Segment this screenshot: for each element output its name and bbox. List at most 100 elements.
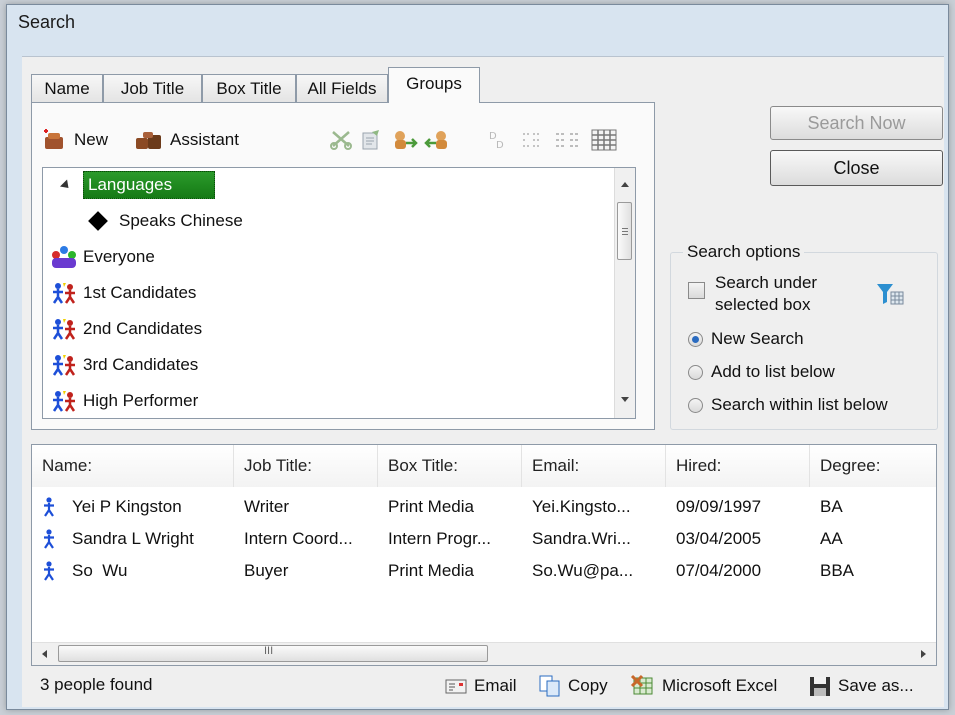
tree-item-languages[interactable]: Languages bbox=[59, 170, 216, 200]
cell-email: Yei.Kingsto... bbox=[532, 497, 631, 516]
filter-icon[interactable] bbox=[875, 282, 905, 306]
column-header-degree[interactable]: Degree: bbox=[810, 445, 936, 487]
cell-degree: BBA bbox=[820, 561, 855, 580]
sort-icon[interactable]: D D bbox=[486, 129, 508, 151]
search-under-checkbox[interactable] bbox=[688, 282, 705, 299]
diamond-icon bbox=[88, 211, 108, 231]
people-icon bbox=[52, 283, 76, 304]
properties-icon[interactable] bbox=[360, 129, 382, 151]
cell-box-title: Print Media bbox=[388, 497, 474, 516]
search-now-button[interactable]: Search Now bbox=[770, 106, 943, 140]
save-as-button[interactable]: Save as... bbox=[808, 672, 914, 700]
radio-label: Search within list below bbox=[711, 395, 888, 414]
person-icon bbox=[44, 497, 54, 517]
results-scrollbar[interactable]: III bbox=[32, 642, 936, 665]
cell-degree: AA bbox=[820, 529, 843, 548]
radio-add-to-list[interactable]: Add to list below bbox=[688, 362, 835, 382]
tab-groups[interactable]: Groups bbox=[388, 67, 480, 103]
cell-name: So Wu bbox=[72, 561, 128, 580]
excel-label: Microsoft Excel bbox=[662, 676, 778, 695]
save-icon bbox=[810, 677, 830, 696]
tree-scroll-thumb[interactable] bbox=[617, 202, 632, 260]
new-label: New bbox=[74, 130, 109, 149]
expander-icon[interactable] bbox=[59, 178, 73, 192]
email-button[interactable]: Email bbox=[444, 672, 517, 700]
tree-item-2nd-candidates[interactable]: 2nd Candidates bbox=[49, 314, 202, 344]
scroll-down-icon[interactable] bbox=[621, 397, 629, 402]
tree-item-label: Everyone bbox=[83, 247, 155, 266]
copy-button[interactable]: Copy bbox=[538, 672, 608, 700]
scroll-left-icon[interactable] bbox=[42, 650, 47, 658]
tree-item-label: High Performer bbox=[83, 391, 199, 410]
cell-job-title: Intern Coord... bbox=[244, 529, 353, 548]
cell-box-title: Print Media bbox=[388, 561, 474, 580]
cell-hired: 03/04/2005 bbox=[676, 529, 762, 548]
column-header-job-title[interactable]: Job Title: bbox=[234, 445, 378, 487]
new-button[interactable]: New bbox=[42, 123, 108, 157]
cell-name: Yei P Kingston bbox=[72, 497, 182, 516]
move-left-icon[interactable] bbox=[424, 129, 450, 151]
cell-box-title: Intern Progr... bbox=[388, 529, 491, 548]
radio-new-search[interactable]: New Search bbox=[688, 329, 804, 349]
copy-label: Copy bbox=[568, 676, 608, 695]
column-header-name[interactable]: Name: bbox=[32, 445, 234, 487]
people-icon bbox=[52, 319, 76, 340]
tab-box-title[interactable]: Box Title bbox=[202, 74, 296, 102]
scroll-right-icon[interactable] bbox=[921, 650, 926, 658]
radio-label: New Search bbox=[711, 329, 804, 348]
email-label: Email bbox=[474, 676, 517, 695]
window-title: Search bbox=[18, 12, 76, 32]
cell-email: So.Wu@pa... bbox=[532, 561, 634, 580]
radio-label: Add to list below bbox=[711, 362, 835, 381]
radio-search-within[interactable]: Search within list below bbox=[688, 395, 888, 415]
cell-hired: 07/04/2000 bbox=[676, 561, 762, 580]
cell-hired: 09/09/1997 bbox=[676, 497, 762, 516]
tree-item-3rd-candidates[interactable]: 3rd Candidates bbox=[49, 350, 198, 380]
scroll-up-icon[interactable] bbox=[621, 182, 629, 187]
results-list[interactable]: Name: Job Title: Box Title: Email: Hired… bbox=[31, 444, 937, 666]
tree-scrollbar[interactable] bbox=[614, 168, 635, 418]
tree-item-everyone[interactable]: Everyone bbox=[49, 242, 155, 272]
tree-item-label: 1st Candidates bbox=[83, 283, 197, 302]
groups-tree[interactable]: Languages Speaks Chinese Everyone 1st Ca… bbox=[42, 167, 636, 419]
tree-item-speaks-chinese[interactable]: Speaks Chinese bbox=[88, 206, 243, 236]
table-row[interactable]: So Wu Buyer Print Media So.Wu@pa... 07/0… bbox=[32, 555, 936, 587]
excel-icon bbox=[630, 674, 653, 695]
column-header-box-title[interactable]: Box Title: bbox=[378, 445, 522, 487]
radio-add-to-list-button[interactable] bbox=[688, 364, 703, 380]
groups-toolbar: New Assistant D D bbox=[42, 123, 642, 157]
table-row[interactable]: Sandra L Wright Intern Coord... Intern P… bbox=[32, 523, 936, 555]
cell-degree: BA bbox=[820, 497, 843, 516]
search-under-label: Search under selected box bbox=[715, 273, 818, 314]
results-scroll-thumb[interactable]: III bbox=[58, 645, 488, 662]
move-right-icon[interactable] bbox=[392, 129, 418, 151]
search-under-option[interactable]: Search under selected box bbox=[688, 272, 835, 316]
tab-name[interactable]: Name bbox=[31, 74, 103, 102]
email-icon bbox=[445, 679, 467, 694]
groups-panel: New Assistant D D Languages Speaks Chine… bbox=[31, 102, 655, 430]
cell-name: Sandra L Wright bbox=[72, 529, 194, 548]
tree-item-1st-candidates[interactable]: 1st Candidates bbox=[49, 278, 196, 308]
cell-job-title: Buyer bbox=[244, 561, 289, 580]
radio-new-search-button[interactable] bbox=[688, 331, 703, 347]
excel-button[interactable]: Microsoft Excel bbox=[630, 672, 777, 700]
list-view-icon[interactable] bbox=[520, 129, 544, 151]
person-icon bbox=[44, 561, 54, 581]
group-icon bbox=[52, 246, 76, 268]
cell-job-title: Writer bbox=[244, 497, 290, 516]
assistant-label: Assistant bbox=[170, 130, 239, 149]
cell-email: Sandra.Wri... bbox=[532, 529, 631, 548]
radio-search-within-button[interactable] bbox=[688, 397, 703, 413]
grid-view-icon[interactable] bbox=[590, 128, 618, 152]
column-header-email[interactable]: Email: bbox=[522, 445, 666, 487]
detail-view-icon[interactable] bbox=[554, 129, 582, 151]
column-header-hired[interactable]: Hired: bbox=[666, 445, 810, 487]
tab-all-fields[interactable]: All Fields bbox=[296, 74, 388, 102]
tab-job-title[interactable]: Job Title bbox=[103, 74, 202, 102]
copy-icon bbox=[539, 675, 560, 697]
cut-icon[interactable] bbox=[330, 130, 352, 150]
assistant-button[interactable]: Assistant bbox=[134, 123, 239, 157]
tree-item-high-performer[interactable]: High Performer bbox=[49, 386, 198, 416]
close-button[interactable]: Close bbox=[770, 150, 943, 186]
table-row[interactable]: Yei P Kingston Writer Print Media Yei.Ki… bbox=[32, 491, 936, 523]
